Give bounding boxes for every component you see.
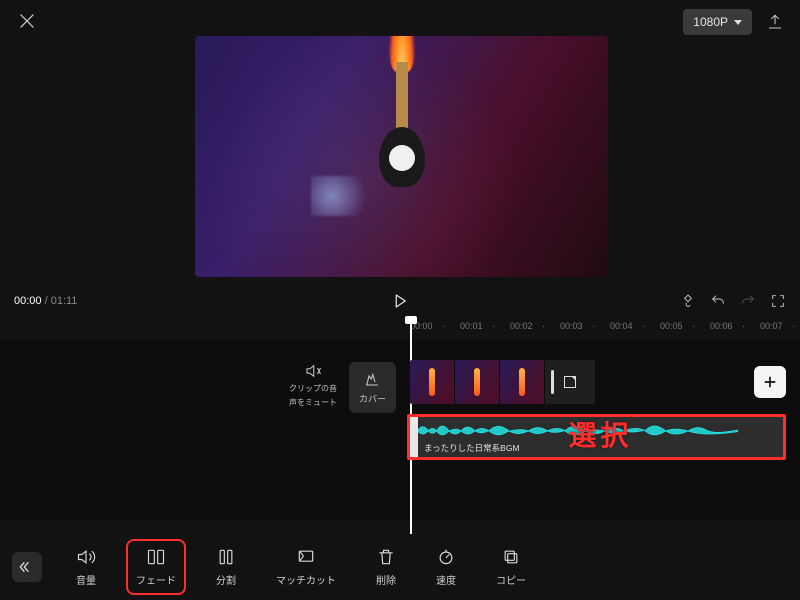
tool-fade[interactable]: フェード [130,543,182,591]
undo-button[interactable] [710,293,726,309]
resolution-label: 1080P [693,15,728,29]
mute-clip-audio-button[interactable]: クリップの音 声をミュート [289,362,337,407]
collapse-toolbar-button[interactable] [12,552,42,582]
tool-delete[interactable]: 削除 [370,543,402,591]
tool-label: コピー [496,572,526,587]
fullscreen-button[interactable] [770,293,786,309]
ruler-tick: 00:02 [510,321,533,331]
audio-clip-selected[interactable]: まったりした日常系BGM 選択 [407,414,786,460]
ruler-tick: 00:03 [560,321,583,331]
tool-label: 削除 [376,572,396,587]
close-button[interactable] [16,10,40,34]
clip-thumbnail [500,360,544,404]
export-button[interactable] [766,13,784,31]
tool-volume[interactable]: 音量 [70,543,102,591]
time-current: 00:00 [14,295,42,307]
redo-button[interactable] [740,293,756,309]
transport-bar: 00:00 / 01:11 [0,286,800,316]
waveform [418,422,738,438]
clip-end-card[interactable] [545,360,595,404]
clip-thumbnail [455,360,499,404]
endcard-icon [564,376,576,388]
clip-handle-left[interactable] [410,417,418,457]
cover-label: カバー [359,392,386,405]
video-preview[interactable] [195,36,608,277]
bottom-toolbar: 音量 フェード 分割 マッチカット 削除 速度 コピー [0,534,800,600]
ruler-tick: 00:05 [660,321,683,331]
tool-copy[interactable]: コピー [490,543,532,591]
clip-thumbnail [410,360,454,404]
video-track[interactable] [410,360,786,404]
tool-matchcut[interactable]: マッチカット [270,543,342,591]
tool-label: マッチカット [276,572,336,587]
timeline-ruler[interactable]: 00:00·00:01·00:02·00:03·00:04·00:05·00:0… [0,321,800,337]
resolution-dropdown[interactable]: 1080P [683,9,752,35]
cover-button[interactable]: カバー [349,362,396,413]
tool-speed[interactable]: 速度 [430,543,462,591]
chevron-down-icon [734,20,742,25]
tool-label: 分割 [216,572,236,587]
ruler-tick: 00:07 [760,321,783,331]
add-clip-button[interactable] [754,366,786,398]
time-total: 01:11 [51,295,78,307]
tool-label: 音量 [76,572,96,587]
tool-label: フェード [136,572,176,587]
ruler-tick: 00:01 [460,321,483,331]
keyframe-icon[interactable] [680,293,696,309]
play-button[interactable] [391,292,409,310]
ruler-tick: 00:06 [710,321,733,331]
guitar-graphic [379,127,425,187]
tool-split[interactable]: 分割 [210,543,242,591]
timeline: クリップの音 声をミュート カバー まったりした [0,340,800,520]
ruler-tick: 00:04 [610,321,633,331]
audio-clip-title: まったりした日常系BGM [424,442,520,454]
tool-label: 速度 [436,572,456,587]
